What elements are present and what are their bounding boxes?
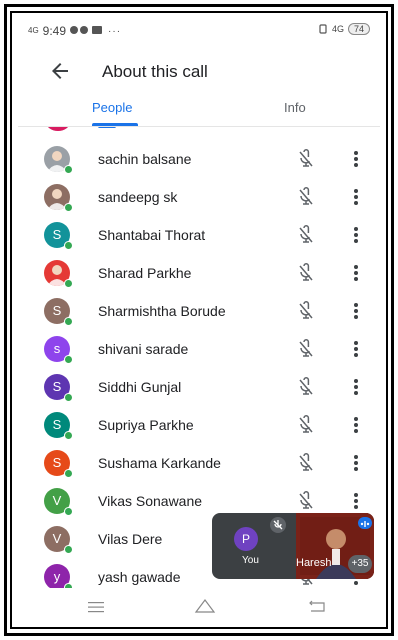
mic-off-icon[interactable] bbox=[296, 225, 316, 245]
status-left: 4G 9:49 ··· bbox=[28, 24, 121, 38]
partial-row-above-dot bbox=[98, 127, 116, 128]
mic-off-icon[interactable] bbox=[296, 263, 316, 283]
participant-name: yash gawade bbox=[98, 569, 181, 585]
self-view-tile[interactable]: P You Haresh +35 bbox=[212, 513, 374, 579]
more-participants-badge[interactable]: +35 bbox=[348, 555, 372, 573]
status-time: 9:49 bbox=[42, 24, 67, 38]
more-options-icon[interactable] bbox=[350, 491, 362, 511]
self-avatar: P bbox=[234, 527, 258, 551]
partial-row-above bbox=[46, 127, 70, 131]
participant-name: Sharad Parkhe bbox=[98, 265, 192, 281]
participant-name: Supriya Parkhe bbox=[98, 417, 194, 433]
signal-strength: 4G bbox=[28, 26, 39, 35]
mic-off-icon[interactable] bbox=[296, 377, 316, 397]
participant-name: Shantabai Thorat bbox=[98, 227, 206, 243]
participant-row[interactable]: S Sushama Karkande bbox=[18, 447, 380, 485]
active-tab-indicator bbox=[92, 123, 138, 126]
mic-off-icon[interactable] bbox=[296, 187, 316, 207]
participant-row[interactable]: sachin balsane bbox=[18, 143, 380, 181]
participant-row[interactable]: Sharad Parkhe bbox=[18, 257, 380, 295]
presence-indicator bbox=[64, 317, 73, 326]
participant-name: Sushama Karkande bbox=[98, 455, 221, 471]
participant-row[interactable]: S Sharmishtha Borude bbox=[18, 295, 380, 333]
vibrate-icon bbox=[319, 24, 327, 34]
participant-row[interactable]: s shivani sarade bbox=[18, 333, 380, 371]
app-bar: About this call bbox=[18, 48, 380, 94]
more-options-icon[interactable] bbox=[350, 263, 362, 283]
back-arrow-icon[interactable] bbox=[48, 59, 72, 83]
self-label: You bbox=[242, 555, 259, 566]
battery-level: 74 bbox=[347, 23, 370, 35]
nav-back-icon[interactable] bbox=[308, 599, 326, 613]
tab-bar: People Info bbox=[18, 96, 380, 127]
mic-off-icon[interactable] bbox=[296, 301, 316, 321]
system-nav-bar bbox=[18, 594, 380, 620]
status-more-dots: ··· bbox=[108, 25, 122, 37]
participant-name: Sharmishtha Borude bbox=[98, 303, 226, 319]
notification-icons bbox=[70, 24, 104, 38]
network-type: 4G bbox=[331, 24, 344, 34]
presence-indicator bbox=[64, 279, 73, 288]
participant-row[interactable]: S Supriya Parkhe bbox=[18, 409, 380, 447]
presence-indicator bbox=[64, 393, 73, 402]
mic-off-icon[interactable] bbox=[296, 453, 316, 473]
presence-indicator bbox=[64, 431, 73, 440]
mic-off-icon[interactable] bbox=[296, 491, 316, 511]
participant-name: sandeepg sk bbox=[98, 189, 178, 205]
participant-row[interactable]: S Siddhi Gunjal bbox=[18, 371, 380, 409]
self-mic-off-icon bbox=[270, 517, 286, 533]
status-right: 4G 74 bbox=[318, 23, 370, 35]
speaking-indicator-icon bbox=[358, 517, 372, 529]
tab-people[interactable]: People bbox=[92, 100, 132, 115]
participant-name: Vikas Sonawane bbox=[98, 493, 203, 509]
participant-name: sachin balsane bbox=[98, 151, 192, 167]
more-options-icon[interactable] bbox=[350, 149, 362, 169]
presence-indicator bbox=[64, 583, 73, 588]
participant-row[interactable]: S Shantabai Thorat bbox=[18, 219, 380, 257]
mic-off-icon[interactable] bbox=[296, 415, 316, 435]
presence-indicator bbox=[64, 165, 73, 174]
more-options-icon[interactable] bbox=[350, 339, 362, 359]
participant-name: Vilas Dere bbox=[98, 531, 163, 547]
more-options-icon[interactable] bbox=[350, 415, 362, 435]
presence-indicator bbox=[64, 355, 73, 364]
mic-off-icon[interactable] bbox=[296, 149, 316, 169]
mic-off-icon[interactable] bbox=[296, 339, 316, 359]
more-options-icon[interactable] bbox=[350, 225, 362, 245]
participant-name: Siddhi Gunjal bbox=[98, 379, 182, 395]
presence-indicator bbox=[64, 203, 73, 212]
participant-name: shivani sarade bbox=[98, 341, 189, 357]
more-options-icon[interactable] bbox=[350, 377, 362, 397]
tab-info[interactable]: Info bbox=[284, 100, 306, 115]
more-options-icon[interactable] bbox=[350, 187, 362, 207]
presence-indicator bbox=[64, 545, 73, 554]
more-options-icon[interactable] bbox=[350, 453, 362, 473]
phone-screen: 4G 9:49 ··· 4G 74 About this call People… bbox=[18, 18, 380, 620]
recent-apps-menu-icon[interactable] bbox=[88, 600, 104, 614]
presence-indicator bbox=[64, 241, 73, 250]
page-title: About this call bbox=[102, 62, 208, 81]
participant-row[interactable]: sandeepg sk bbox=[18, 181, 380, 219]
notification-dots-icon bbox=[70, 26, 103, 34]
home-icon[interactable] bbox=[194, 598, 216, 614]
status-bar: 4G 9:49 ··· 4G 74 bbox=[18, 18, 380, 42]
presence-indicator bbox=[64, 469, 73, 478]
presenter-name: Haresh bbox=[296, 557, 332, 569]
presence-indicator bbox=[64, 507, 73, 516]
more-options-icon[interactable] bbox=[350, 301, 362, 321]
